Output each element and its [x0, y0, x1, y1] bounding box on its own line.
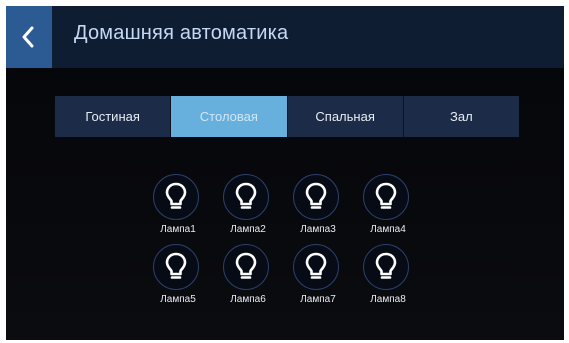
lamp-8-button[interactable]: Лампа8	[353, 244, 423, 316]
lightbulb-icon	[165, 252, 187, 279]
chevron-left-icon	[22, 26, 34, 48]
lamp-8-circle	[363, 244, 409, 290]
lamp-6-circle	[223, 244, 269, 290]
lamp-5-circle	[153, 244, 199, 290]
lightbulb-icon	[165, 182, 187, 209]
lightbulb-icon	[375, 252, 397, 279]
lamp-label: Лампа5	[160, 294, 196, 305]
lamp-7-circle	[293, 244, 339, 290]
tab-dining-room[interactable]: Столовая	[171, 96, 288, 137]
header-bar: Домашняя автоматика	[6, 6, 564, 68]
lamp-3-button[interactable]: Лампа3	[283, 174, 353, 246]
lamp-grid: Лампа1 Лампа2 Лампа3 Лампа4 Лампа5 Лампа…	[143, 174, 433, 324]
lightbulb-icon	[235, 182, 257, 209]
screen: Домашняя автоматика Гостиная Столовая Сп…	[6, 6, 564, 340]
lightbulb-icon	[305, 182, 327, 209]
lamp-2-button[interactable]: Лампа2	[213, 174, 283, 246]
lamp-label: Лампа2	[230, 224, 266, 235]
lamp-label: Лампа3	[300, 224, 336, 235]
lamp-7-button[interactable]: Лампа7	[283, 244, 353, 316]
tab-bedroom[interactable]: Спальная	[287, 96, 404, 137]
tab-living-room[interactable]: Гостиная	[55, 96, 172, 137]
lightbulb-icon	[375, 182, 397, 209]
page-title: Домашняя автоматика	[74, 22, 289, 44]
lamp-6-button[interactable]: Лампа6	[213, 244, 283, 316]
lamp-4-button[interactable]: Лампа4	[353, 174, 423, 246]
lamp-2-circle	[223, 174, 269, 220]
lightbulb-icon	[235, 252, 257, 279]
lamp-5-button[interactable]: Лампа5	[143, 244, 213, 316]
lamp-label: Лампа7	[300, 294, 336, 305]
back-button[interactable]	[6, 6, 52, 68]
room-tabs: Гостиная Столовая Спальная Зал	[55, 96, 519, 137]
lamp-3-circle	[293, 174, 339, 220]
lamp-4-circle	[363, 174, 409, 220]
lamp-label: Лампа1	[160, 224, 196, 235]
lamp-1-button[interactable]: Лампа1	[143, 174, 213, 246]
tab-hall[interactable]: Зал	[403, 96, 519, 137]
lamp-label: Лампа8	[370, 294, 406, 305]
lamp-label: Лампа6	[230, 294, 266, 305]
lightbulb-icon	[305, 252, 327, 279]
lamp-1-circle	[153, 174, 199, 220]
lamp-label: Лампа4	[370, 224, 406, 235]
